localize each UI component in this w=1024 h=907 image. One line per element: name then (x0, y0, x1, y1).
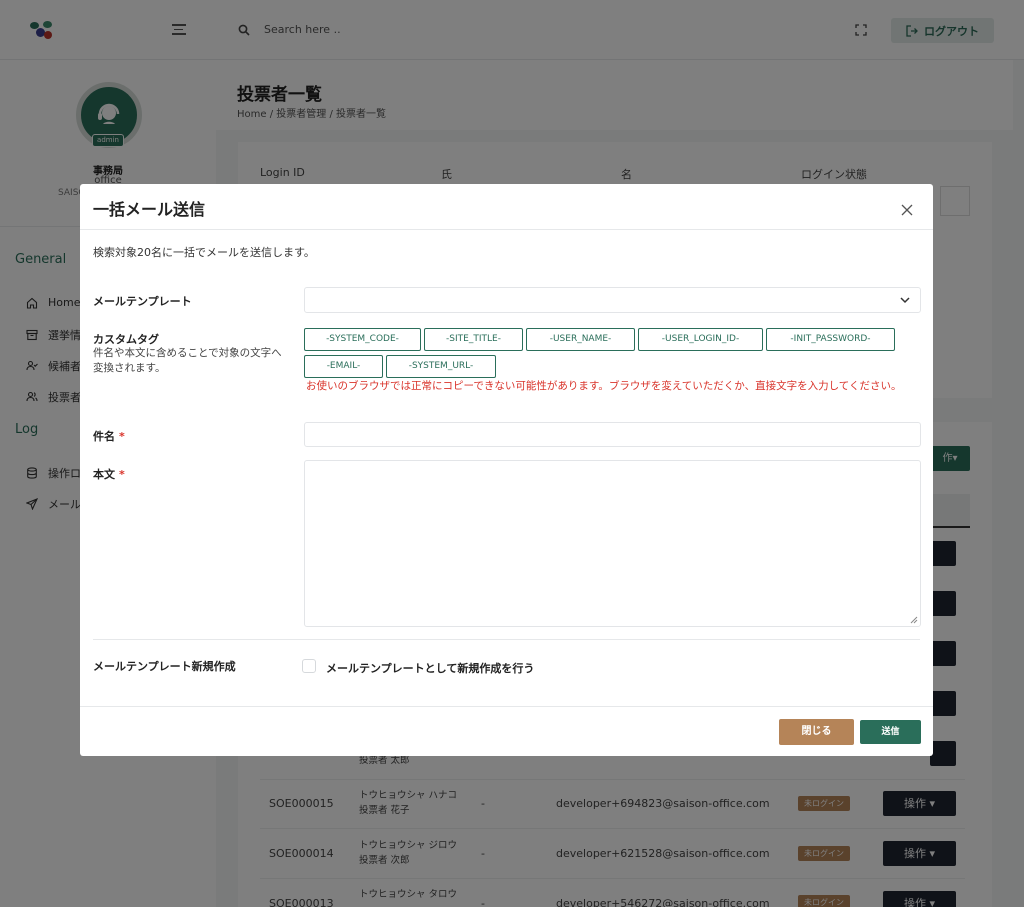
tag-system-url-button[interactable]: -SYSTEM_URL- (386, 355, 496, 378)
tag-user-name-button[interactable]: -USER_NAME- (526, 328, 635, 351)
new-template-checkbox-label[interactable]: メールテンプレートとして新規作成を行う (326, 660, 534, 676)
custom-tag-label: カスタムタグ (93, 333, 159, 346)
new-template-label: メールテンプレート新規作成 (93, 660, 236, 673)
subject-input[interactable] (304, 422, 921, 447)
modal-title: 一括メール送信 (93, 200, 206, 219)
new-template-checkbox[interactable] (302, 659, 316, 673)
tag-user-login-id-button[interactable]: -USER_LOGIN_ID- (638, 328, 763, 351)
tag-init-password-button[interactable]: -INIT_PASSWORD- (766, 328, 895, 351)
tag-site-title-button[interactable]: -SITE_TITLE- (424, 328, 523, 351)
copy-warning-text: お使いのブラウザでは正常にコピーできない可能性があります。ブラウザを変えていただ… (306, 380, 902, 392)
bulk-mail-modal: 一括メール送信 検索対象20名に一括でメールを送信します。 メールテンプレート … (80, 184, 933, 756)
chevron-down-icon (900, 297, 910, 304)
body-textarea[interactable] (304, 460, 921, 627)
modal-header: 一括メール送信 (80, 184, 933, 230)
template-label: メールテンプレート (93, 295, 192, 308)
resize-handle-icon[interactable] (910, 616, 918, 624)
required-mark: * (119, 468, 125, 481)
close-button[interactable]: 閉じる (779, 719, 854, 745)
body-label: 本文 * (93, 468, 125, 481)
required-mark: * (119, 430, 125, 443)
send-button[interactable]: 送信 (860, 720, 921, 744)
close-icon[interactable] (900, 203, 914, 217)
template-select[interactable] (304, 287, 921, 313)
subject-label: 件名 * (93, 430, 125, 443)
modal-description: 検索対象20名に一括でメールを送信します。 (93, 246, 315, 259)
tag-system-code-button[interactable]: -SYSTEM_CODE- (304, 328, 421, 351)
tag-email-button[interactable]: -EMAIL- (304, 355, 383, 378)
divider (93, 639, 920, 640)
modal-footer-divider (80, 706, 933, 707)
custom-tag-hint: 件名や本文に含めることで対象の文字へ変換されます。 (93, 347, 282, 374)
